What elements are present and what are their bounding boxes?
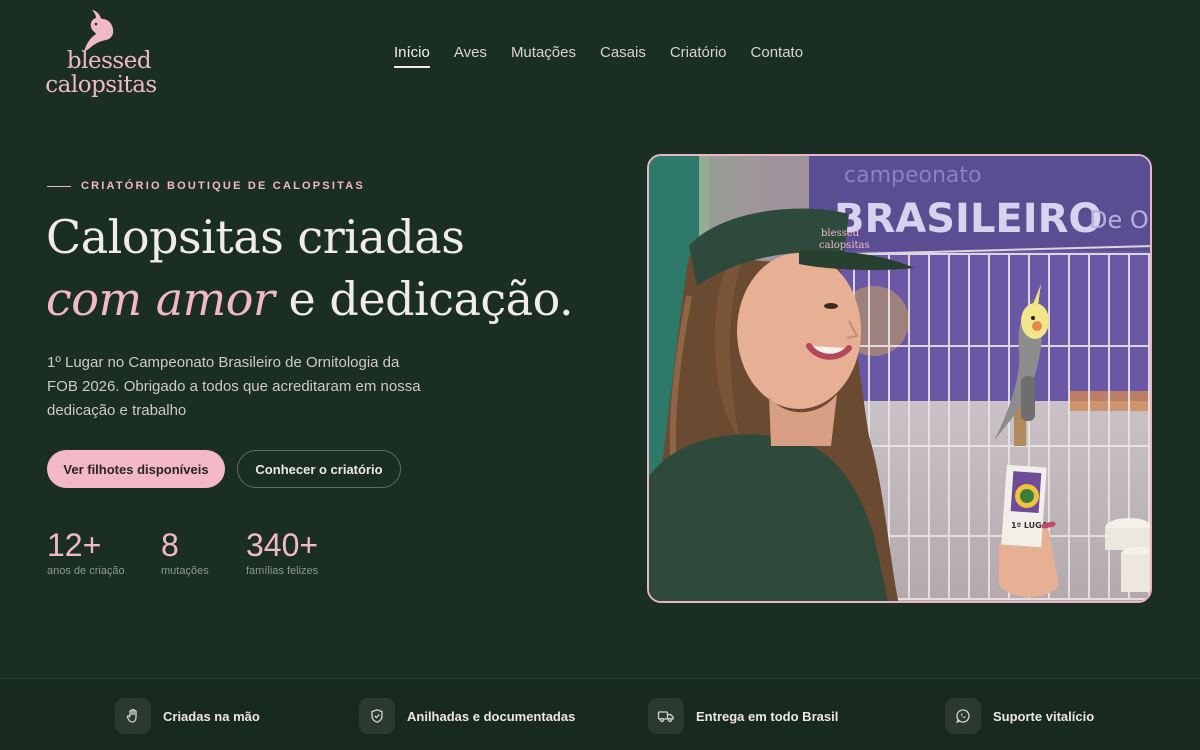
main-nav: Início Aves Mutações Casais Criatório Co… [394,44,827,68]
nav-inicio[interactable]: Início [394,44,430,68]
feature-hand-raised: Criadas na mão [115,698,260,734]
stat-mutations: 8 mutações [161,526,209,577]
brand-name-line1: blessed [66,48,152,74]
feature-label: Entrega em todo Brasil [696,708,839,724]
truck-icon [648,698,684,734]
breeder-with-cockatiel-illustration: campeonato BRASILEIRO De O blessed calop… [649,156,1150,601]
shield-check-icon [359,698,395,734]
whatsapp-icon [945,698,981,734]
hero-title-line1: Calopsitas criadas [46,210,465,264]
stat-label: mutações [161,565,209,577]
hand-icon [115,698,151,734]
banner-right-text: De O [1089,206,1149,234]
nav-contato[interactable]: Contato [751,44,804,66]
feature-delivery: Entrega em todo Brasil [648,698,838,734]
stat-value: 12+ [47,527,102,563]
feature-label: Anilhadas e documentadas [407,708,576,724]
hero-title-accent: com amor [46,272,275,326]
banner-main-text: BRASILEIRO [834,196,1102,242]
eyebrow-divider [47,185,71,187]
nav-criatorio[interactable]: Criatório [670,44,727,66]
features-bar: Criadas na mão Anilhadas e documentadas … [0,678,1200,750]
eyebrow-text: CRIATÓRIO BOUTIQUE DE CALOPSITAS [81,180,365,192]
feature-support: Suporte vitalício [945,698,1094,734]
know-breeder-button[interactable]: Conhecer o criatório [237,450,401,488]
nav-mutacoes[interactable]: Mutações [511,44,576,66]
view-chicks-button[interactable]: Ver filhotes disponíveis [47,450,225,488]
feature-label: Criadas na mão [163,708,260,724]
stat-label: famílias felizes [246,565,319,577]
hero-title-rest: e dedicação. [274,272,574,326]
stat-value: 340+ [246,527,319,563]
brand-logo[interactable]: blessed calopsitas [45,8,164,102]
stat-years: 12+ anos de criação [47,526,125,577]
nav-aves[interactable]: Aves [454,44,487,66]
banner-top-text: campeonato [844,163,981,188]
visor-logo-line1: blessed [821,228,860,239]
stat-families: 340+ famílias felizes [246,526,318,577]
nav-casais[interactable]: Casais [600,44,646,66]
hero-eyebrow: CRIATÓRIO BOUTIQUE DE CALOPSITAS [47,180,365,192]
hero-title: Calopsitas criadas com amor e dedicação. [46,206,574,330]
hero-photo: campeonato BRASILEIRO De O blessed calop… [647,154,1152,603]
feature-label: Suporte vitalício [993,708,1095,724]
brand-name-line2: calopsitas [45,72,157,98]
stat-value: 8 [161,527,179,563]
feature-banded: Anilhadas e documentadas [359,698,575,734]
hero-lead: 1º Lugar no Campeonato Brasileiro de Orn… [47,354,421,419]
visor-logo-line2: calopsitas [819,240,870,251]
stat-label: anos de criação [47,565,125,577]
